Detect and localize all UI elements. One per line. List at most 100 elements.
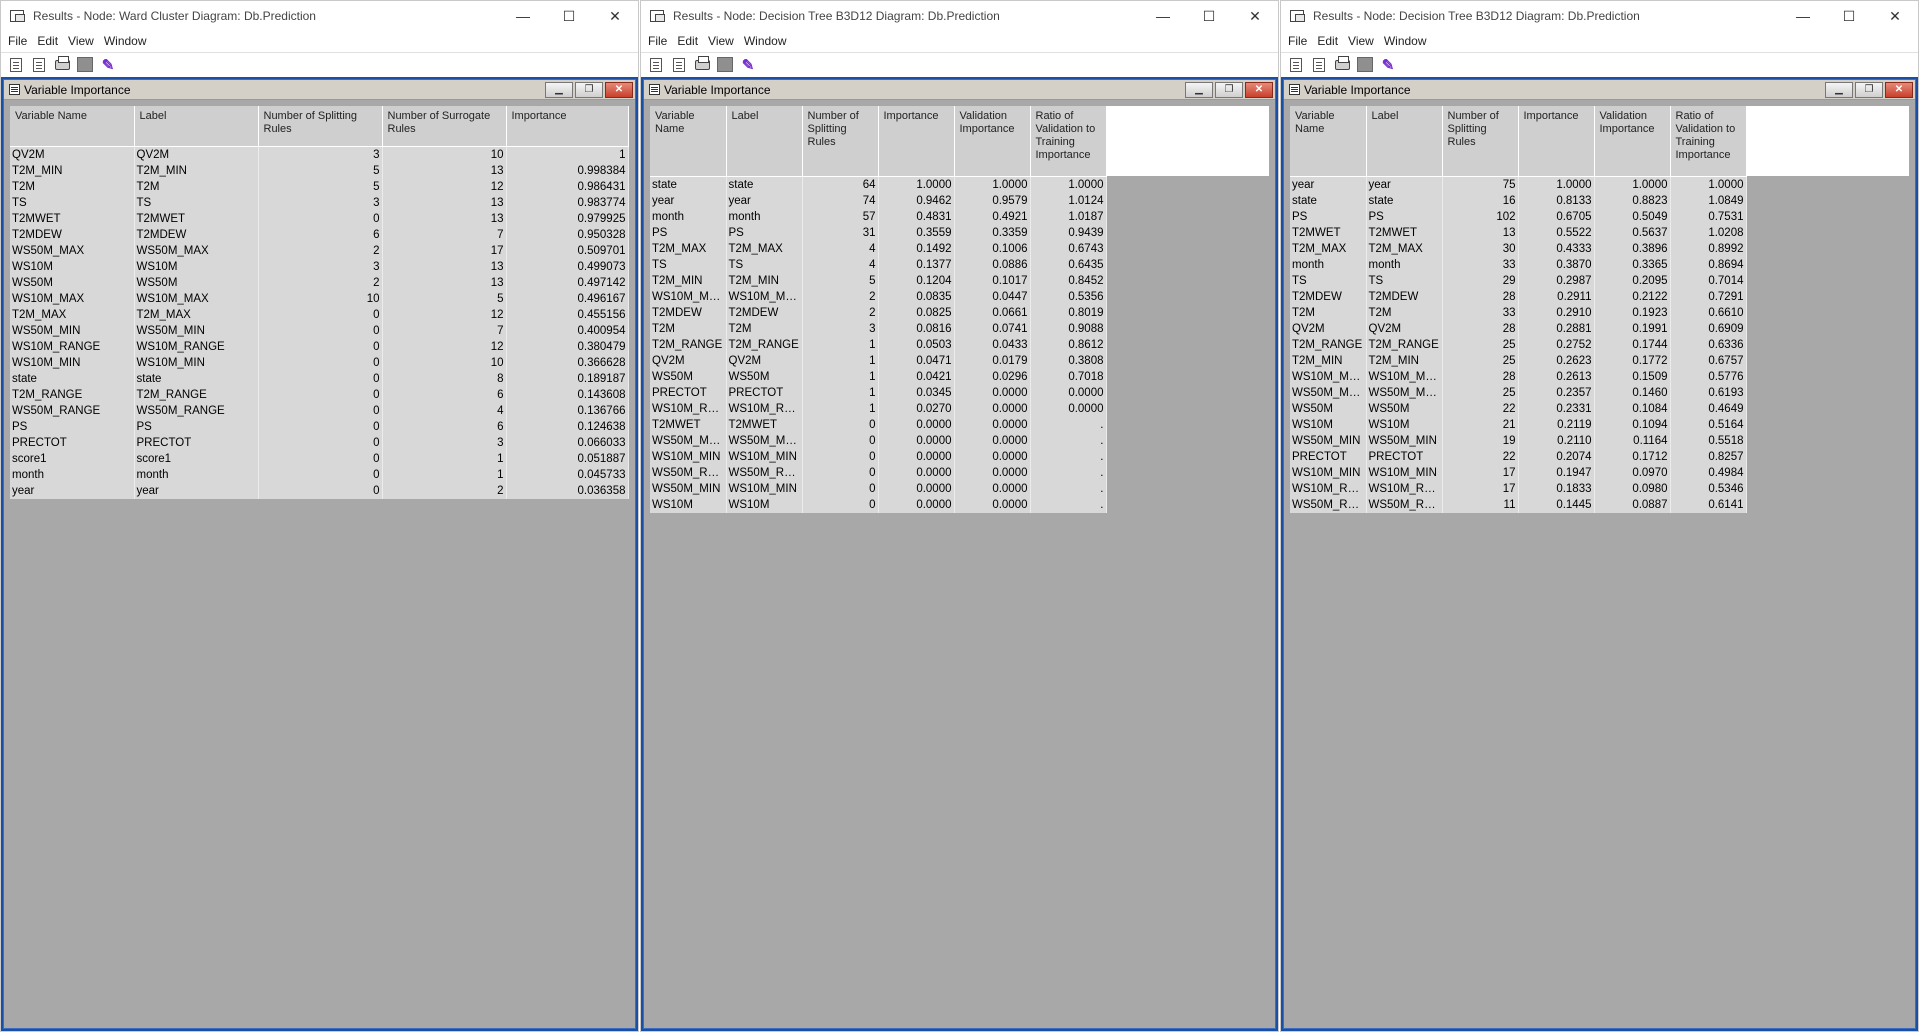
- maximize-icon[interactable]: ☐: [1186, 1, 1232, 31]
- table-row[interactable]: year year 75 1.0000 1.0000 1.0000: [1290, 176, 1747, 193]
- table-row[interactable]: T2M_MIN T2M_MIN 25 0.2623 0.1772 0.6757: [1290, 352, 1747, 369]
- table-area[interactable]: Variable Name Label Number of Splitting Ru…: [1290, 106, 1909, 1022]
- table-row[interactable]: PS PS 102 0.6705 0.5049 0.7531: [1290, 208, 1747, 225]
- print-button[interactable]: [691, 55, 713, 75]
- column-header[interactable]: Variable Name: [650, 106, 727, 177]
- table-row[interactable]: score1 score1 0 1 0.051887: [10, 450, 629, 467]
- table-area[interactable]: Variable Name Label Number of Splitting Ru…: [10, 106, 629, 1022]
- table-row[interactable]: WS10M WS10M 3 13 0.499073: [10, 258, 629, 275]
- wizard-wand-button[interactable]: ✎: [97, 55, 119, 75]
- table-row[interactable]: year year 74 0.9462 0.9579 1.0124: [650, 192, 1107, 209]
- table-row[interactable]: WS10M WS10M 21 0.2119 0.1094 0.5164: [1290, 416, 1747, 433]
- table-row[interactable]: WS10M_RA... WS10M_RA... 1 0.0270 0.0000 0.000…: [650, 400, 1107, 417]
- table-row[interactable]: WS50M_RA... WS50M_RA... 0 0.0000 0.0000.: [650, 464, 1107, 481]
- gray-square-button[interactable]: [714, 55, 736, 75]
- table-row[interactable]: WS50M_MIN WS50M_MIN 19 0.2110 0.1164 0.5518: [1290, 432, 1747, 449]
- table-row[interactable]: T2MWET T2MWET 13 0.5522 0.5637 1.0208: [1290, 224, 1747, 241]
- table-row[interactable]: PRECTOT PRECTOT 0 3 0.066033: [10, 434, 629, 451]
- close-icon[interactable]: ✕: [1232, 1, 1278, 31]
- table-row[interactable]: WS50M_MAX WS50M_MAX 0 0.0000 0.0000.: [650, 432, 1107, 449]
- table-row[interactable]: PS PS 0 6 0.124638: [10, 418, 629, 435]
- table-row[interactable]: WS50M_MAX WS50M_MAX 25 0.2357 0.1460 0.6193: [1290, 384, 1747, 401]
- table-row[interactable]: WS50M_MAX WS50M_MAX 2 17 0.509701: [10, 242, 629, 259]
- menu-item-view[interactable]: View: [63, 34, 99, 48]
- table-row[interactable]: WS50M_RANGE WS50M_RANGE 0 4 0.136766: [10, 402, 629, 419]
- menu-item-view[interactable]: View: [703, 34, 739, 48]
- column-header[interactable]: Label: [1366, 106, 1443, 177]
- table-row[interactable]: WS50M_RA... WS50M_RA... 11 0.1445 0.0887 0.61…: [1290, 496, 1747, 513]
- column-header[interactable]: Label: [726, 106, 803, 177]
- panel-titlebar[interactable]: Variable Importance ▁ ❐ ✕: [1284, 80, 1915, 100]
- menu-item-window[interactable]: Window: [99, 34, 152, 48]
- table-row[interactable]: WS50M_MIN WS50M_MIN 0 7 0.400954: [10, 322, 629, 339]
- table-row[interactable]: T2M_MIN T2M_MIN 5 0.1204 0.1017 0.8452: [650, 272, 1107, 289]
- panel-close-icon[interactable]: ✕: [605, 82, 633, 98]
- print-button[interactable]: [51, 55, 73, 75]
- maximize-icon[interactable]: ☐: [546, 1, 592, 31]
- column-header[interactable]: Variable Name: [10, 106, 135, 147]
- column-header[interactable]: Variable Name: [1290, 106, 1367, 177]
- new-document-button[interactable]: [5, 55, 27, 75]
- table-row[interactable]: month month 33 0.3870 0.3365 0.8694: [1290, 256, 1747, 273]
- table-row[interactable]: T2MWET T2MWET 0 0.0000 0.0000.: [650, 416, 1107, 433]
- menu-item-edit[interactable]: Edit: [32, 34, 63, 48]
- table-row[interactable]: WS50M WS50M 1 0.0421 0.0296 0.7018: [650, 368, 1107, 385]
- wizard-wand-button[interactable]: ✎: [1377, 55, 1399, 75]
- close-icon[interactable]: ✕: [1872, 1, 1918, 31]
- table-row[interactable]: WS10M_MIN WS10M_MIN 17 0.1947 0.0970 0.4984: [1290, 464, 1747, 481]
- column-header[interactable]: Number of Splitting Rules: [802, 106, 879, 177]
- table-row[interactable]: T2M T2M 3 0.0816 0.0741 0.9088: [650, 320, 1107, 337]
- table-row[interactable]: WS10M WS10M 0 0.0000 0.0000.: [650, 496, 1107, 513]
- panel-restore-icon[interactable]: ❐: [1215, 82, 1243, 98]
- panel-restore-icon[interactable]: ❐: [1855, 82, 1883, 98]
- table-row[interactable]: T2MDEW T2MDEW 2 0.0825 0.0661 0.8019: [650, 304, 1107, 321]
- column-header[interactable]: Validation Importance: [1594, 106, 1671, 177]
- column-header[interactable]: Ratio of Validation to Training Importan…: [1030, 106, 1107, 177]
- table-row[interactable]: T2M_RANGE T2M_RANGE 25 0.2752 0.1744 0.6336: [1290, 336, 1747, 353]
- panel-close-icon[interactable]: ✕: [1885, 82, 1913, 98]
- menu-item-file[interactable]: File: [1283, 34, 1312, 48]
- panel-minimize-icon[interactable]: ▁: [1185, 82, 1213, 98]
- column-header[interactable]: Importance: [1518, 106, 1595, 177]
- panel-restore-icon[interactable]: ❐: [575, 82, 603, 98]
- column-header[interactable]: Importance: [506, 106, 629, 147]
- table-row[interactable]: T2M_MIN T2M_MIN 5 13 0.998384: [10, 162, 629, 179]
- table-row[interactable]: state state 16 0.8133 0.8823 1.0849: [1290, 192, 1747, 209]
- panel-titlebar[interactable]: Variable Importance ▁ ❐ ✕: [4, 80, 635, 100]
- table-row[interactable]: QV2M QV2M 28 0.2881 0.1991 0.6909: [1290, 320, 1747, 337]
- table-row[interactable]: state state 0 8 0.189187: [10, 370, 629, 387]
- maximize-icon[interactable]: ☐: [1826, 1, 1872, 31]
- menu-item-view[interactable]: View: [1343, 34, 1379, 48]
- table-row[interactable]: WS10M_MAX WS10M_MAX 10 5 0.496167: [10, 290, 629, 307]
- column-header[interactable]: Number of Splitting Rules: [1442, 106, 1519, 177]
- table-row[interactable]: T2MDEW T2MDEW 28 0.2911 0.2122 0.7291: [1290, 288, 1747, 305]
- minimize-icon[interactable]: —: [1140, 1, 1186, 31]
- table-row[interactable]: PRECTOT PRECTOT 1 0.0345 0.0000 0.0000: [650, 384, 1107, 401]
- column-header[interactable]: Ratio of Validation to Training Importan…: [1670, 106, 1747, 177]
- properties-document-button[interactable]: [668, 55, 690, 75]
- table-row[interactable]: T2M T2M 33 0.2910 0.1923 0.6610: [1290, 304, 1747, 321]
- table-row[interactable]: T2M_RANGE T2M_RANGE 0 6 0.143608: [10, 386, 629, 403]
- table-row[interactable]: WS10M_MIN WS10M_MIN 0 0.0000 0.0000.: [650, 448, 1107, 465]
- wizard-wand-button[interactable]: ✎: [737, 55, 759, 75]
- gray-square-button[interactable]: [74, 55, 96, 75]
- panel-close-icon[interactable]: ✕: [1245, 82, 1273, 98]
- table-row[interactable]: WS50M WS50M 2 13 0.497142: [10, 274, 629, 291]
- gray-square-button[interactable]: [1354, 55, 1376, 75]
- menu-item-file[interactable]: File: [643, 34, 672, 48]
- table-row[interactable]: T2M_RANGE T2M_RANGE 1 0.0503 0.0433 0.8612: [650, 336, 1107, 353]
- minimize-icon[interactable]: —: [1780, 1, 1826, 31]
- table-row[interactable]: WS10M_MAX WS10M_MAX 2 0.0835 0.0447 0.5356: [650, 288, 1107, 305]
- print-button[interactable]: [1331, 55, 1353, 75]
- close-icon[interactable]: ✕: [592, 1, 638, 31]
- table-row[interactable]: WS50M WS50M 22 0.2331 0.1084 0.4649: [1290, 400, 1747, 417]
- table-row[interactable]: T2MWET T2MWET 0 13 0.979925: [10, 210, 629, 227]
- table-row[interactable]: PS PS 31 0.3559 0.3359 0.9439: [650, 224, 1107, 241]
- properties-document-button[interactable]: [28, 55, 50, 75]
- table-row[interactable]: WS10M_MIN WS10M_MIN 0 10 0.366628: [10, 354, 629, 371]
- table-row[interactable]: PRECTOT PRECTOT 22 0.2074 0.1712 0.8257: [1290, 448, 1747, 465]
- table-row[interactable]: T2M_MAX T2M_MAX 4 0.1492 0.1006 0.6743: [650, 240, 1107, 257]
- new-document-button[interactable]: [645, 55, 667, 75]
- table-row[interactable]: T2M T2M 5 12 0.986431: [10, 178, 629, 195]
- table-row[interactable]: T2M_MAX T2M_MAX 0 12 0.455156: [10, 306, 629, 323]
